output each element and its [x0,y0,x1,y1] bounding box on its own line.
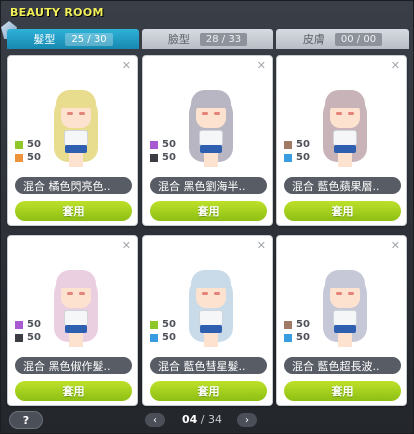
hair-name: 混合 藍色彗星髮.. [150,357,267,374]
help-button[interactable]: ? [9,411,43,429]
character-avatar [48,266,104,356]
tab-count: 00 / 00 [334,32,383,46]
page-total: 34 [208,413,223,426]
color-percent: 50 [296,139,310,150]
hair-card[interactable]: ✕ 50 50 混合 黑色劉海半.. 套用 [142,55,273,226]
color-swatch [15,153,23,162]
color-percent: 50 [27,319,41,330]
apply-button[interactable]: 套用 [284,201,401,221]
chevron-right-icon: › [245,414,249,426]
hair-card[interactable]: ✕ 50 50 混合 藍色超長波.. 套用 [276,235,407,406]
character-avatar [317,86,373,176]
tab-count: 25 / 30 [65,32,113,46]
color-mix: 50 50 [150,138,176,164]
color-mix-row: 50 [150,151,176,164]
color-mix-row: 50 [15,318,41,331]
hair-name: 混合 藍色蘋果層.. [284,177,401,194]
tab-label: 臉型 [167,33,190,46]
hair-card[interactable]: ✕ 50 50 混合 藍色彗星髮.. 套用 [142,235,273,406]
apply-button[interactable]: 套用 [15,381,132,401]
color-mix-row: 50 [150,331,176,344]
color-mix-row: 50 [284,138,310,151]
color-mix-row: 50 [15,138,41,151]
color-mix: 50 50 [284,138,310,164]
hair-name: 混合 黑色劉海半.. [150,177,267,194]
color-mix-row: 50 [15,331,41,344]
tab-label: 皮膚 [302,33,325,46]
color-swatch [284,320,292,329]
chevron-left-icon: ‹ [153,414,157,426]
color-mix-row: 50 [150,138,176,151]
color-percent: 50 [162,139,176,150]
hair-card[interactable]: ✕ 50 50 混合 黑色俶作髮.. 套用 [7,235,138,406]
close-icon[interactable]: ✕ [391,239,400,252]
hair-grid: ✕ 50 50 混合 橘色閃亮色.. 套用 ✕ 50 50 混合 黑色劉海半..… [7,55,409,407]
hair-name: 混合 藍色超長波.. [284,357,401,374]
color-mix: 50 50 [15,318,41,344]
color-percent: 50 [162,332,176,343]
tab-count: 28 / 33 [199,32,248,46]
tab-label: 髮型 [33,33,56,46]
color-swatch [284,333,292,342]
character-avatar [48,86,104,176]
tab-hair[interactable]: 髮型 25 / 30 [7,29,139,49]
footer-bar: ? ‹ 04 / 34 › [1,411,414,434]
color-percent: 50 [27,332,41,343]
color-swatch [284,140,292,149]
color-swatch [15,140,23,149]
close-icon[interactable]: ✕ [257,239,266,252]
color-mix: 50 50 [150,318,176,344]
color-mix: 50 50 [15,138,41,164]
color-mix-row: 50 [284,331,310,344]
character-avatar [317,266,373,356]
color-percent: 50 [296,332,310,343]
close-icon[interactable]: ✕ [257,59,266,72]
color-swatch [150,320,158,329]
close-icon[interactable]: ✕ [122,59,131,72]
apply-button[interactable]: 套用 [150,201,267,221]
window-title: BEAUTY ROOM [10,6,104,19]
page-current: 04 [181,413,198,426]
pagination: ‹ 04 / 34 › [143,413,259,429]
color-percent: 50 [27,139,41,150]
help-icon: ? [22,413,30,427]
color-mix-row: 50 [284,151,310,164]
color-swatch [284,153,292,162]
character-avatar [183,266,239,356]
hair-card[interactable]: ✕ 50 50 混合 藍色蘋果層.. 套用 [276,55,407,226]
next-page-button[interactable]: › [237,413,257,427]
hair-name: 混合 黑色俶作髮.. [15,357,132,374]
color-swatch [150,140,158,149]
hair-name: 混合 橘色閃亮色.. [15,177,132,194]
color-percent: 50 [162,152,176,163]
tab-face[interactable]: 臉型 28 / 33 [142,29,273,49]
apply-button[interactable]: 套用 [15,201,132,221]
color-mix-row: 50 [284,318,310,331]
close-icon[interactable]: ✕ [391,59,400,72]
color-swatch [15,320,23,329]
apply-button[interactable]: 套用 [284,381,401,401]
hair-card[interactable]: ✕ 50 50 混合 橘色閃亮色.. 套用 [7,55,138,226]
color-percent: 50 [296,152,310,163]
color-swatch [150,153,158,162]
color-swatch [150,333,158,342]
prev-page-button[interactable]: ‹ [145,413,165,427]
tab-skin[interactable]: 皮膚 00 / 00 [276,29,409,49]
close-icon[interactable]: ✕ [122,239,131,252]
page-separator: / [200,413,205,426]
page-indicator: 04 / 34 [173,413,231,426]
color-percent: 50 [162,319,176,330]
color-mix: 50 50 [284,318,310,344]
color-mix-row: 50 [15,151,41,164]
tab-bar: 髮型 25 / 30 臉型 28 / 33 皮膚 00 / 00 [7,29,409,49]
color-percent: 50 [27,152,41,163]
beauty-room-window: BEAUTY ROOM 髮型 25 / 30 臉型 28 / 33 皮膚 00 … [0,0,414,434]
character-avatar [183,86,239,176]
apply-button[interactable]: 套用 [150,381,267,401]
color-percent: 50 [296,319,310,330]
color-mix-row: 50 [150,318,176,331]
color-swatch [15,333,23,342]
